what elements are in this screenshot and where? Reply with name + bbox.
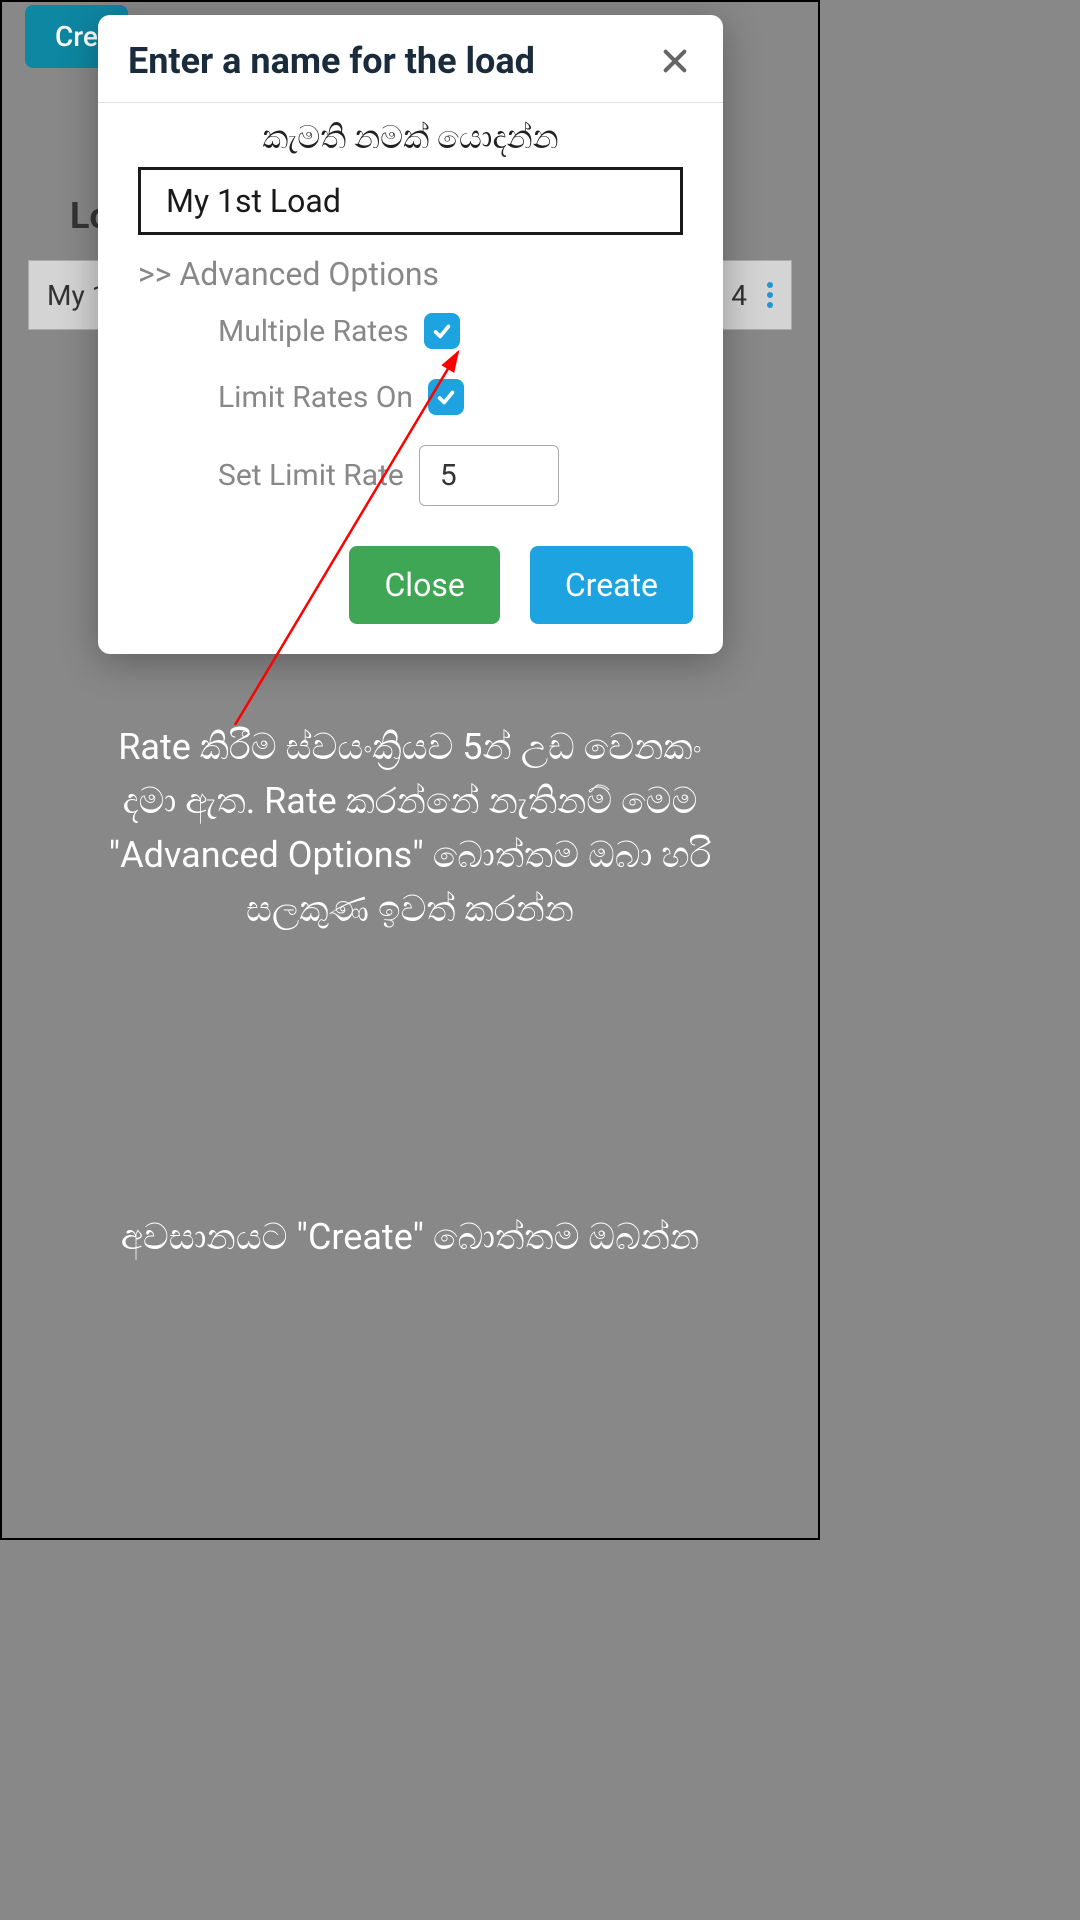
more-icon [767,282,773,308]
multiple-rates-checkbox[interactable] [424,313,460,349]
load-name-input[interactable] [138,167,683,235]
close-button[interactable]: Close [349,546,499,624]
list-row-count: 4 [731,279,747,312]
close-icon[interactable] [657,43,693,79]
create-button[interactable]: Create [530,546,693,624]
limit-rates-on-label: Limit Rates On [218,380,413,415]
limit-rates-on-checkbox[interactable] [428,379,464,415]
modal-title: Enter a name for the load [128,40,535,82]
load-name-modal: Enter a name for the load කැමති නමක් යොද… [98,15,723,654]
set-limit-rate-label: Set Limit Rate [218,458,404,493]
multiple-rates-label: Multiple Rates [218,314,409,349]
instruction-text-1: Rate කිරීම ස්වයංක්‍රියව 5න් උඩ වෙනකං දමා… [100,720,720,936]
set-limit-rate-input[interactable] [419,445,559,506]
instruction-text-2: අවසානයට "Create" බොත්තම ඔබන්න [100,1210,720,1264]
create-button-bg-label: Cre [55,20,98,53]
modal-subtitle: කැමති නමක් යොදන්න [98,118,723,157]
advanced-options-toggle[interactable]: >> Advanced Options [98,255,723,293]
